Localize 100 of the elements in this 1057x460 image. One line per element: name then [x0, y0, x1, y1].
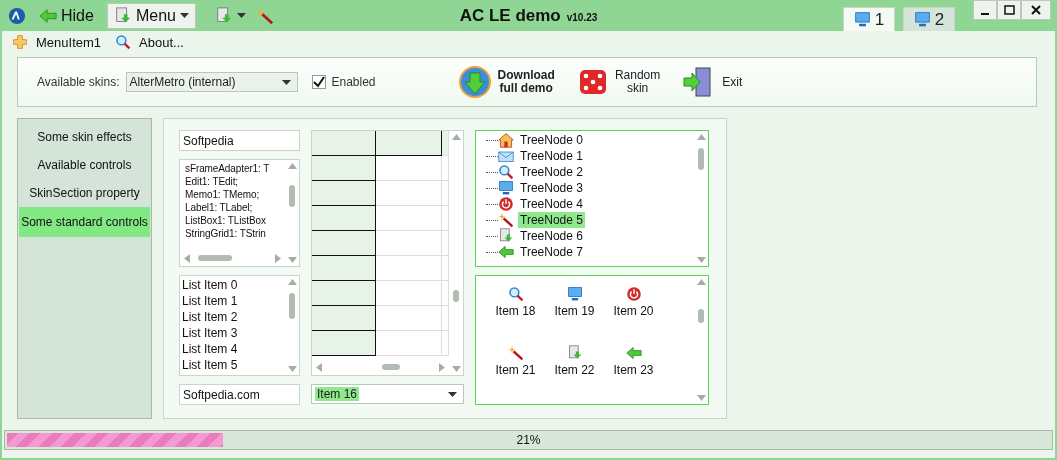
scroll-up-arrow-icon[interactable]: [696, 279, 706, 285]
download-icon: [457, 65, 492, 99]
sidebar-item[interactable]: Some standard controls: [19, 207, 150, 237]
scroll-down-arrow-icon[interactable]: [287, 366, 297, 372]
menu-item[interactable]: About...: [139, 34, 184, 50]
grid-cell[interactable]: [312, 331, 376, 356]
scroll-right-arrow-icon[interactable]: [439, 362, 445, 372]
search-icon: [115, 34, 132, 50]
item-dropdown[interactable]: Item 16: [311, 384, 464, 404]
monitor-icon: [913, 11, 931, 28]
monitor-icon: [853, 11, 871, 28]
icon-item-label[interactable]: Item 20: [613, 304, 654, 318]
menu-item[interactable]: MenuItem1: [36, 34, 102, 50]
download-button[interactable]: Download full demo: [457, 65, 555, 99]
text-field[interactable]: Softpedia.com: [179, 384, 300, 405]
enabled-checkbox[interactable]: [311, 75, 326, 89]
grid-cell[interactable]: [312, 181, 376, 206]
sidebar-item[interactable]: SkinSection property: [19, 179, 150, 207]
scroll-up-arrow-icon[interactable]: [696, 134, 706, 140]
plus-icon: [12, 34, 28, 50]
sidebar-item[interactable]: Available controls: [19, 151, 150, 179]
desktop-tab[interactable]: 2: [903, 7, 955, 31]
scrollbar-thumb[interactable]: [289, 293, 295, 319]
scroll-up-arrow-icon[interactable]: [451, 134, 461, 140]
tree-node[interactable]: TreeNode 4: [518, 196, 585, 212]
vertical-scrollbar[interactable]: [285, 160, 299, 266]
hide-button[interactable]: Hide: [32, 2, 101, 29]
grid-cell[interactable]: [312, 131, 376, 156]
scroll-right-arrow-icon[interactable]: [275, 253, 281, 263]
desktop-tab[interactable]: 1: [843, 7, 895, 31]
arrow-left-icon: [498, 244, 514, 260]
list-box[interactable]: List Item 0 List Item 1 List Item 2 List Item 3 List Item 4 List Item 5: [179, 275, 300, 376]
house-icon: [498, 132, 514, 148]
grid-cell[interactable]: [376, 131, 442, 156]
random-skin-button[interactable]: Random skin: [576, 66, 661, 98]
tree-node[interactable]: TreeNode 3: [518, 180, 585, 196]
tree-node[interactable]: TreeNode 6: [518, 228, 585, 244]
scrollbar-thumb[interactable]: [453, 290, 459, 302]
tree-view[interactable]: TreeNode 0 TreeNode 1 TreeNode 2 TreeNode 3 TreeNode 4 TreeNode 5 TreeNode 6 TreeNode 7: [475, 130, 709, 267]
scroll-left-arrow-icon[interactable]: [316, 362, 322, 372]
wand-icon: [498, 212, 514, 228]
scroll-down-arrow-icon[interactable]: [451, 366, 461, 372]
grid-cell[interactable]: [312, 281, 376, 306]
scroll-up-arrow-icon[interactable]: [287, 279, 297, 285]
scrollbar-thumb[interactable]: [698, 309, 704, 323]
scroll-up-arrow-icon[interactable]: [287, 163, 297, 169]
monitor-icon: [566, 286, 583, 302]
scroll-down-arrow-icon[interactable]: [696, 257, 706, 263]
caret-icon: [179, 13, 189, 18]
scroll-left-arrow-icon[interactable]: [184, 253, 190, 263]
grid-cell[interactable]: [312, 231, 376, 256]
minimize-icon: [981, 13, 989, 15]
minimize-button[interactable]: [973, 0, 997, 20]
document-icon: [566, 345, 583, 361]
scroll-down-arrow-icon[interactable]: [696, 395, 706, 401]
search-icon: [498, 164, 514, 180]
skin-dropdown[interactable]: AlterMetro (internal): [125, 72, 298, 92]
sidebar-item[interactable]: Some skin effects: [19, 123, 150, 151]
memo-field[interactable]: sFrameAdapter1: T Edit1: TEdit; Memo1: TMemo; Label1: TLabel; ListBox1: TListBox StringGrid1: TStrin: [179, 159, 300, 267]
wand-icon: [255, 6, 274, 25]
icon-item-label[interactable]: Item 22: [554, 363, 595, 377]
text-field[interactable]: Softpedia: [179, 130, 300, 151]
scrollbar-thumb[interactable]: [198, 255, 232, 261]
icon-item-label[interactable]: Item 23: [613, 363, 654, 377]
grid-cell[interactable]: [312, 306, 376, 331]
icon-item-label[interactable]: Item 18: [495, 304, 536, 318]
document-icon: [214, 6, 233, 25]
vertical-scrollbar[interactable]: [449, 131, 463, 375]
tree-node[interactable]: TreeNode 0: [518, 132, 585, 148]
scrollbar-thumb[interactable]: [289, 185, 295, 207]
close-button[interactable]: [1021, 0, 1051, 20]
tree-node[interactable]: TreeNode 1: [518, 148, 585, 164]
search-icon: [507, 286, 524, 302]
power-icon: [498, 196, 514, 212]
icon-item-label[interactable]: Item 21: [495, 363, 536, 377]
tree-node[interactable]: TreeNode 5: [518, 212, 585, 228]
caret-icon: [236, 13, 246, 18]
grid-cell[interactable]: [312, 156, 376, 181]
vertical-scrollbar[interactable]: [694, 131, 708, 266]
exit-button[interactable]: Exit: [682, 65, 743, 99]
caret-icon: [281, 79, 291, 85]
wand-icon: [507, 345, 524, 361]
grid-cell[interactable]: [312, 206, 376, 231]
string-grid[interactable]: [311, 130, 464, 376]
progress-reading: 21%: [516, 433, 541, 447]
vertical-scrollbar[interactable]: [694, 276, 708, 404]
skins-label: Available skins:: [37, 75, 120, 89]
grid-cell[interactable]: [312, 256, 376, 281]
tree-node[interactable]: TreeNode 2: [518, 164, 585, 180]
maximize-button[interactable]: [997, 0, 1021, 20]
menu-button[interactable]: Menu: [106, 2, 196, 29]
scroll-down-arrow-icon[interactable]: [287, 257, 297, 263]
tree-node[interactable]: TreeNode 7: [518, 244, 585, 260]
scrollbar-thumb[interactable]: [382, 364, 400, 370]
icon-list-view[interactable]: Item 18 Item 19 Item 20 Item 21 Item 22 Item 23: [475, 275, 709, 405]
envelope-icon: [498, 148, 514, 164]
scrollbar-thumb[interactable]: [698, 148, 704, 170]
caret-icon: [448, 391, 457, 397]
vertical-scrollbar[interactable]: [285, 276, 299, 375]
icon-item-label[interactable]: Item 19: [554, 304, 595, 318]
